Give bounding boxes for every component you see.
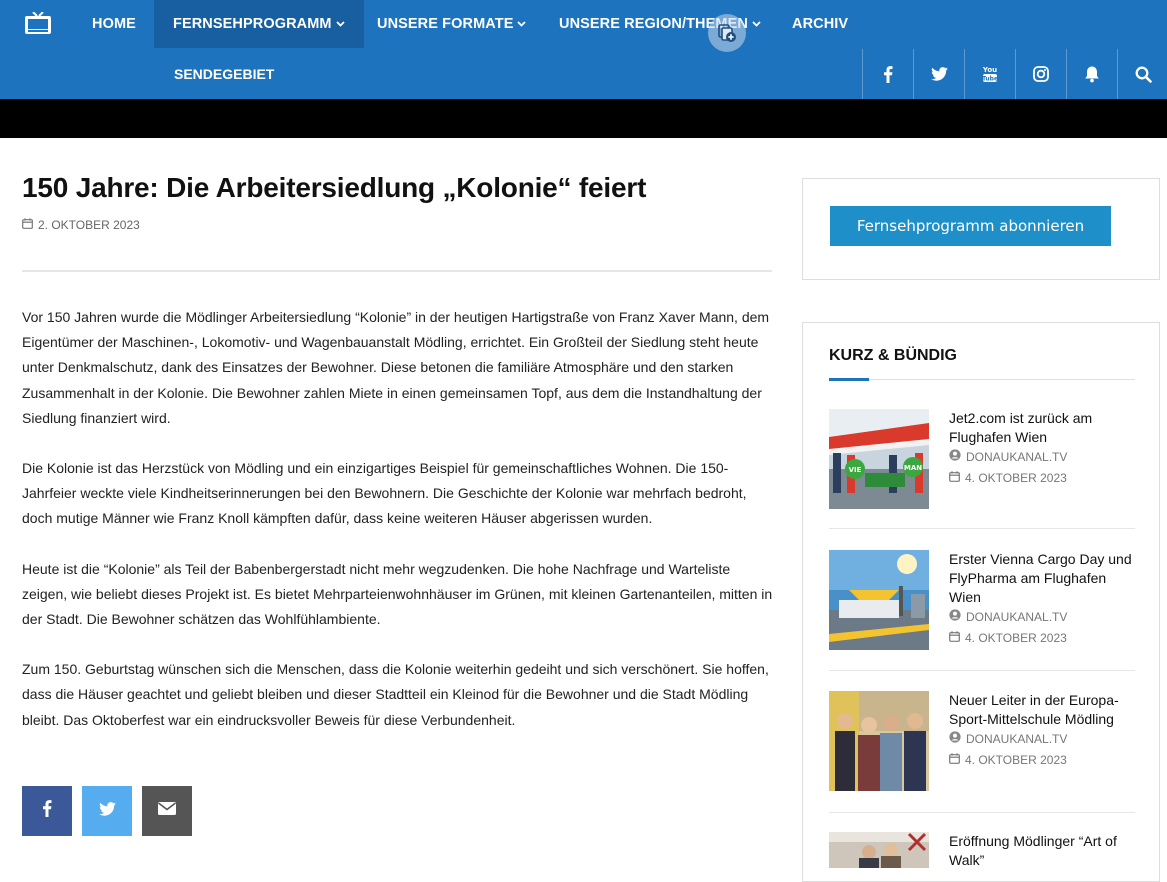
article-paragraph: Vor 150 Jahren wurde die Mödlinger Arbei… [22,309,770,426]
thumb-text-man: MAN [904,464,922,472]
article-title: 150 Jahre: Die Arbeitersiedlung „Kolonie… [22,172,647,203]
kurz-buendig-widget: KURZ & BÜNDIG VIE MAN Jet2.com ist zurüc… [802,322,1160,882]
instagram-icon[interactable] [1015,49,1066,99]
news-headline[interactable]: Eröffnung Mödlinger “Art of Walk” [949,832,1135,868]
nav-archiv-label: ARCHIV [792,16,849,32]
nav-home[interactable]: HOME [92,0,136,48]
news-author: DONAUKANAL.TV [949,449,1067,464]
envelope-icon [158,802,176,820]
news-author-text[interactable]: DONAUKANAL.TV [966,610,1067,624]
calendar-icon [949,471,960,485]
subscribe-button[interactable]: Fernsehprogramm abonnieren [830,206,1111,246]
post-date-text: 2. OKTOBER 2023 [38,218,140,232]
nav-home-label: HOME [92,16,136,32]
share-twitter-button[interactable] [82,786,132,836]
copy-add-icon [718,24,736,42]
news-thumbnail-jet2[interactable]: VIE MAN [829,409,929,509]
facebook-icon [42,800,52,822]
site-logo[interactable] [24,11,52,36]
search-icon[interactable] [1117,49,1167,99]
svg-text:You: You [982,66,997,74]
chevron-down-icon [752,1,761,49]
news-date: 4. OKTOBER 2023 [949,753,1067,767]
news-item: Neuer Leiter in der Europa-Sport-Mittels… [829,691,1135,816]
top-black-bar [0,99,1167,138]
news-thumbnail-art-of-walk[interactable] [829,832,929,868]
nav-unsere-formate-label: UNSERE FORMATE [377,16,514,32]
facebook-icon[interactable] [862,49,913,99]
news-headline[interactable]: Erster Vienna Cargo Day und FlyPharma am… [949,550,1139,607]
bell-icon[interactable] [1066,49,1117,99]
youtube-icon[interactable]: You Tube [964,49,1015,99]
nav-fernsehprogramm[interactable]: FERNSEHPROGRAMM [154,0,364,48]
news-separator [829,528,1135,529]
submenu-item-sendegebiet[interactable]: SENDEGEBIET [174,48,274,100]
twitter-icon [98,801,116,821]
subscribe-widget: Fernsehprogramm abonnieren [802,178,1160,280]
calendar-icon [949,753,960,767]
widget-title: KURZ & BÜNDIG [829,347,957,364]
article-paragraph: Die Kolonie ist das Herzstück von Mödlin… [22,460,747,527]
chevron-down-icon [517,1,527,49]
social-bar: You Tube [862,49,1167,99]
widget-title-line [829,379,1135,380]
news-item: Erster Vienna Cargo Day und FlyPharma am… [829,550,1135,675]
news-thumbnail-schule[interactable] [829,691,929,791]
nav-unsere-formate[interactable]: UNSERE FORMATE [377,0,527,49]
news-date-text: 4. OKTOBER 2023 [965,471,1067,485]
news-item: VIE MAN Jet2.com ist zurück am Flughafen… [829,409,1135,534]
article-paragraph: Heute ist die “Kolonie” als Teil der Bab… [22,560,773,628]
news-date: 4. OKTOBER 2023 [949,631,1067,645]
post-date: 2. OKTOBER 2023 [22,218,140,232]
thumb-text-vie: VIE [849,466,862,474]
title-divider [22,270,772,272]
chevron-down-icon [335,1,345,49]
user-icon [949,731,961,746]
news-item: Eröffnung Mödlinger “Art of Walk” [829,832,1135,868]
calendar-icon [949,631,960,645]
svg-text:Tube: Tube [982,76,998,83]
article-paragraph: Zum 150. Geburtstag wünschen sich die Me… [22,661,769,728]
submenu-fernsehprogramm: SENDEGEBIET [154,48,374,103]
news-headline[interactable]: Neuer Leiter in der Europa-Sport-Mittels… [949,691,1139,729]
news-date-text: 4. OKTOBER 2023 [965,631,1067,645]
site-header: HOME FERNSEHPROGRAMM UNSERE FORMATE UNSE… [0,0,1167,103]
twitter-icon[interactable] [913,49,964,99]
news-separator [829,812,1135,813]
widget-title-accent [829,378,869,381]
news-author-text[interactable]: DONAUKANAL.TV [966,732,1067,746]
nav-fernsehprogramm-label: FERNSEHPROGRAMM [173,16,332,32]
news-date-text: 4. OKTOBER 2023 [965,753,1067,767]
floating-action-button[interactable] [708,14,746,52]
share-facebook-button[interactable] [22,786,72,836]
news-author: DONAUKANAL.TV [949,609,1067,624]
news-author: DONAUKANAL.TV [949,731,1067,746]
article-body: Vor 150 Jahren wurde die Mödlinger Arbei… [22,305,774,758]
share-email-button[interactable] [142,786,192,836]
news-headline[interactable]: Jet2.com ist zurück am Flughafen Wien [949,409,1139,447]
news-separator [829,670,1135,671]
news-date: 4. OKTOBER 2023 [949,471,1067,485]
user-icon [949,609,961,624]
news-author-text[interactable]: DONAUKANAL.TV [966,450,1067,464]
nav-archiv[interactable]: ARCHIV [792,0,848,48]
share-buttons [22,786,192,836]
news-thumbnail-cargo[interactable] [829,550,929,650]
user-icon [949,449,961,464]
calendar-icon [22,218,33,232]
